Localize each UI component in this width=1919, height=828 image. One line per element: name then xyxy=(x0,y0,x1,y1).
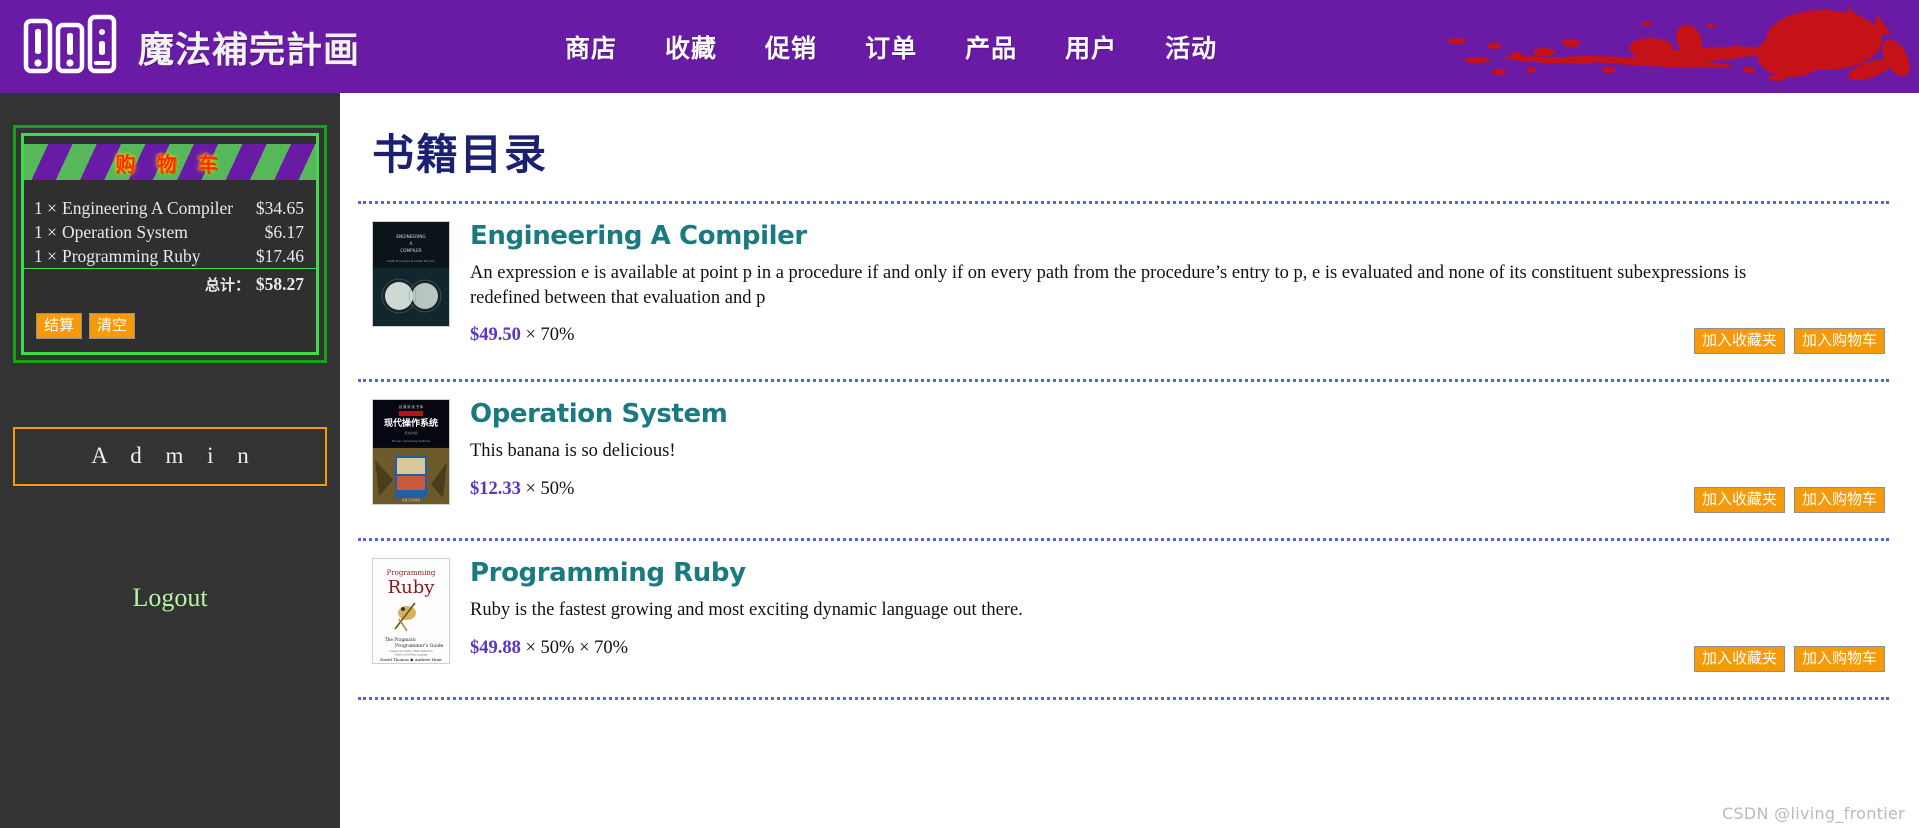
cart-total-value: $58.27 xyxy=(250,268,316,297)
book-actions: 加入收藏夹 加入购物车 xyxy=(1693,486,1885,514)
site-header: 魔法補完計画 商店 收藏 促销 订单 产品 用户 活动 xyxy=(0,0,1919,93)
cart-item-name: Operation System xyxy=(62,221,188,242)
book-description: Ruby is the fastest growing and most exc… xyxy=(470,600,1023,621)
svg-text:（原书第3版）: （原书第3版） xyxy=(402,431,419,435)
book-title-link[interactable]: Operation System xyxy=(470,399,1889,429)
sidebar: 购 物 车 1 × Engineering A Compiler $34.65 … xyxy=(0,93,340,828)
cart-item-qty: 1 × xyxy=(34,197,57,218)
logout-link[interactable]: Logout xyxy=(132,583,207,612)
svg-text:Ruby: Ruby xyxy=(388,577,436,598)
watermark: CSDN @living_frontier xyxy=(1721,804,1905,823)
book-list-item: 经 典 原 版 书 库 现代操作系统 （原书第3版） Modern Operat… xyxy=(358,382,1889,514)
svg-text:Modern Operating Systems: Modern Operating Systems xyxy=(392,439,431,443)
book-price-line: $12.33 × 50% xyxy=(470,479,1889,500)
svg-text:Programming: Programming xyxy=(387,569,436,577)
svg-text:COMPILER: COMPILER xyxy=(400,248,422,253)
cart-item-price: $6.17 xyxy=(264,221,304,242)
nav-item-favorites[interactable]: 收藏 xyxy=(665,29,717,65)
book-info: Engineering A Compiler An expression e i… xyxy=(470,221,1889,346)
cart-item-name: Engineering A Compiler xyxy=(62,197,234,218)
book-title-link[interactable]: Programming Ruby xyxy=(470,558,1889,588)
cart-title: 购 物 车 xyxy=(115,151,225,176)
cart-item-price: $34.65 xyxy=(255,197,304,218)
admin-label: A d m i n xyxy=(91,443,258,469)
brand-title: 魔法補完計画 xyxy=(138,28,361,71)
add-to-favorites-button[interactable]: 加入收藏夹 xyxy=(1693,486,1785,514)
checkout-button[interactable]: 结算 xyxy=(36,312,83,339)
book-discounts: × 50% xyxy=(525,478,575,499)
three-books-icon xyxy=(22,13,122,80)
cart-title-bar: 购 物 车 xyxy=(24,144,316,180)
book-cover-operation-system: 经 典 原 版 书 库 现代操作系统 （原书第3版） Modern Operat… xyxy=(372,399,450,506)
brand[interactable]: 魔法補完計画 xyxy=(0,13,360,80)
add-to-cart-button[interactable]: 加入购物车 xyxy=(1793,645,1885,673)
book-list-item: Programming Ruby The Pragmatic Programme… xyxy=(358,541,1889,673)
cart-item-row: 1 × Programming Ruby $17.46 xyxy=(24,244,316,269)
book-info: Programming Ruby Ruby is the fastest gro… xyxy=(470,558,1889,664)
svg-text:ENGINEERING: ENGINEERING xyxy=(396,234,425,239)
add-to-cart-button[interactable]: 加入购物车 xyxy=(1793,327,1885,355)
svg-text:Programmer's Guide: Programmer's Guide xyxy=(395,643,444,649)
nav-item-orders[interactable]: 订单 xyxy=(865,29,917,65)
page-title: 书籍目录 xyxy=(372,130,549,179)
cart-total-label: 总计： xyxy=(58,268,251,297)
nav-item-products[interactable]: 产品 xyxy=(965,29,1017,65)
nav-item-shop[interactable]: 商店 xyxy=(565,29,617,65)
book-price-line: $49.88 × 50% × 70% xyxy=(470,638,1889,659)
nav-item-promotions[interactable]: 促销 xyxy=(765,29,817,65)
cart-item-row: 1 × Engineering A Compiler $34.65 xyxy=(24,196,316,220)
svg-text:David Thomas ◆ Andrew Hunt: David Thomas ◆ Andrew Hunt xyxy=(380,657,442,662)
book-price-line: $49.50 × 70% xyxy=(470,325,1889,346)
nav-item-activities[interactable]: 活动 xyxy=(1165,29,1217,65)
book-title-link[interactable]: Engineering A Compiler xyxy=(470,221,1889,251)
cart-widget: 购 物 车 1 × Engineering A Compiler $34.65 … xyxy=(13,125,327,363)
total-spacer xyxy=(24,268,58,297)
cart-items-table: 1 × Engineering A Compiler $34.65 1 × Op… xyxy=(24,196,316,297)
svg-text:经 典 原 版 书 库: 经 典 原 版 书 库 xyxy=(399,404,424,409)
main-content: 书籍目录 ENGINEERING A COMPILER Keith D.Coop… xyxy=(340,93,1919,828)
cart-item-row: 1 × Operation System $6.17 xyxy=(24,220,316,244)
book-actions: 加入收藏夹 加入购物车 xyxy=(1693,327,1885,355)
add-to-cart-button[interactable]: 加入购物车 xyxy=(1793,486,1885,514)
red-splatter-decoration xyxy=(1399,0,1919,93)
cart-actions: 结算 清空 xyxy=(24,297,316,352)
book-actions: 加入收藏夹 加入购物车 xyxy=(1693,645,1885,673)
add-to-favorites-button[interactable]: 加入收藏夹 xyxy=(1693,327,1785,355)
book-price: $49.50 xyxy=(470,325,521,346)
book-discounts: × 70% xyxy=(525,325,575,346)
book-list-item: ENGINEERING A COMPILER Keith D.Cooper & … xyxy=(358,204,1889,355)
cart-total-row: 总计： $58.27 xyxy=(24,268,316,297)
book-description: This banana is so delicious! xyxy=(470,441,676,462)
add-to-favorites-button[interactable]: 加入收藏夹 xyxy=(1693,645,1785,673)
cart-item-qty: 1 × xyxy=(34,245,57,266)
logout-wrap: Logout xyxy=(0,583,340,613)
page-body: 购 物 车 1 × Engineering A Compiler $34.65 … xyxy=(0,93,1919,828)
book-cover-programming-ruby: Programming Ruby The Pragmatic Programme… xyxy=(372,558,450,665)
svg-text:Keith D.Cooper & Linda Torczon: Keith D.Cooper & Linda Torczon xyxy=(387,259,434,263)
book-cover-engineering-a-compiler: ENGINEERING A COMPILER Keith D.Cooper & … xyxy=(372,221,450,327)
svg-text:机械工业出版社: 机械工业出版社 xyxy=(402,498,421,502)
cart-item-price: $17.46 xyxy=(255,245,304,266)
clear-cart-button[interactable]: 清空 xyxy=(89,312,136,339)
book-info: Operation System This banana is so delic… xyxy=(470,399,1889,505)
cart-inner: 购 物 车 1 × Engineering A Compiler $34.65 … xyxy=(21,133,319,355)
main-nav: 商店 收藏 促销 订单 产品 用户 活动 xyxy=(565,29,1217,65)
cart-item-qty: 1 × xyxy=(34,221,57,242)
svg-text:A: A xyxy=(410,241,413,246)
svg-text:现代操作系统: 现代操作系统 xyxy=(384,417,438,429)
book-discounts: × 50% × 70% xyxy=(525,637,629,658)
book-price: $49.88 xyxy=(470,637,521,658)
svg-text:The Pragmatic: The Pragmatic xyxy=(385,637,417,642)
admin-box[interactable]: A d m i n xyxy=(13,426,327,486)
book-separator xyxy=(358,697,1889,701)
book-price: $12.33 xyxy=(470,478,521,499)
book-description: An expression e is available at point p … xyxy=(470,263,1747,308)
cart-item-name: Programming Ruby xyxy=(62,245,201,266)
nav-item-users[interactable]: 用户 xyxy=(1065,29,1117,65)
